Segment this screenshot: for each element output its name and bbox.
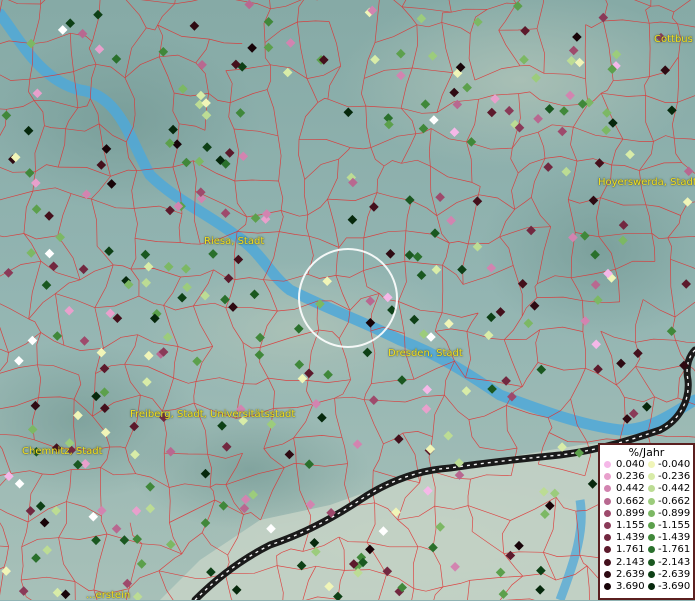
legend-value-negative: -3.690 (658, 581, 691, 592)
city-label-freiberg[interactable]: Freiberg, Stadt, Universitätsstadt (130, 409, 295, 420)
legend-value-positive: 0.662 (616, 495, 645, 507)
legend-row: 1.439 -1.439 (600, 532, 695, 544)
legend-value-positive: 1.439 (616, 532, 645, 544)
map-canvas[interactable] (0, 0, 695, 600)
legend-swatch-negative (648, 509, 655, 517)
legend-row: 3.690 -3.690 (600, 581, 695, 593)
legend-row: 1.155 -1.155 (600, 520, 695, 532)
legend-swatch-positive (604, 509, 611, 517)
legend-value-positive: 0.236 (616, 471, 645, 483)
legend-value-positive: 0.040 (616, 459, 645, 470)
legend-swatch-negative (648, 485, 655, 493)
legend-value-positive: 1.761 (616, 544, 645, 556)
legend-value-negative: -2.639 (658, 568, 691, 580)
legend-value-positive: 0.899 (616, 507, 645, 519)
legend-swatch-negative (648, 583, 655, 590)
legend-value-positive: 3.690 (616, 581, 645, 592)
city-label-riesa[interactable]: Riesa, Stadt (204, 236, 264, 247)
legend-value-negative: -0.442 (658, 483, 691, 495)
legend-value-positive: 2.143 (616, 556, 645, 568)
legend-value-negative: -1.439 (658, 532, 691, 544)
city-label-chemnitz[interactable]: Chemnitz, Stadt (22, 446, 103, 457)
legend-value-positive: 0.442 (616, 483, 645, 495)
legend-value-negative: -2.143 (658, 556, 691, 568)
city-label-cottbus[interactable]: Cottbus (654, 34, 693, 45)
legend-title: %/Jahr (628, 446, 665, 459)
legend-swatch-positive (604, 461, 611, 468)
legend-swatch-positive (604, 570, 611, 578)
legend-value-negative: -1.155 (658, 520, 691, 531)
legend-swatch-negative (648, 497, 655, 505)
legend-row: 2.639 -2.639 (600, 569, 695, 581)
city-label-dresden[interactable]: Dresden, Stadt (388, 348, 463, 359)
legend-value-negative: -1.761 (658, 544, 691, 556)
legend-value-negative: -0.662 (658, 495, 691, 507)
legend-swatch-positive (604, 534, 611, 542)
legend-row: 0.040 -0.040 (600, 459, 695, 471)
legend-swatch-negative (648, 473, 655, 481)
legend-row: 2.143 -2.143 (600, 557, 695, 569)
legend-swatch-negative (648, 522, 655, 529)
legend-row: 0.899 -0.899 (600, 508, 695, 520)
legend-swatch-positive (604, 497, 611, 505)
legend-value-negative: -0.236 (658, 471, 691, 483)
legend-swatch-negative (648, 558, 655, 566)
legend-swatch-positive (604, 546, 611, 554)
legend-row: 0.662 -0.662 (600, 496, 695, 508)
legend-swatch-positive (604, 473, 611, 481)
legend-swatch-negative (648, 546, 655, 554)
legend-row: 0.442 -0.442 (600, 483, 695, 495)
legend-swatch-positive (604, 522, 611, 529)
legend-swatch-positive (604, 558, 611, 566)
legend-swatch-positive (604, 583, 611, 590)
legend-swatch-negative (648, 461, 655, 468)
legend-swatch-positive (604, 485, 611, 493)
legend-row: 1.761 -1.761 (600, 544, 695, 556)
legend-swatch-negative (648, 570, 655, 578)
legend-value-negative: -0.899 (658, 507, 691, 519)
city-label-bottom[interactable]: ...erstein (86, 590, 130, 601)
legend-value-positive: 2.639 (616, 568, 645, 580)
legend: %/Jahr 0.040 -0.040 0.236 -0.236 0.442 -0.442… (598, 443, 695, 600)
legend-row: 0.236 -0.236 (600, 471, 695, 483)
city-label-hoyerswerda[interactable]: Hoyerswerda, Stadt (598, 177, 695, 188)
legend-value-positive: 1.155 (616, 520, 645, 531)
legend-value-negative: -0.040 (658, 459, 691, 470)
legend-swatch-negative (648, 534, 655, 542)
